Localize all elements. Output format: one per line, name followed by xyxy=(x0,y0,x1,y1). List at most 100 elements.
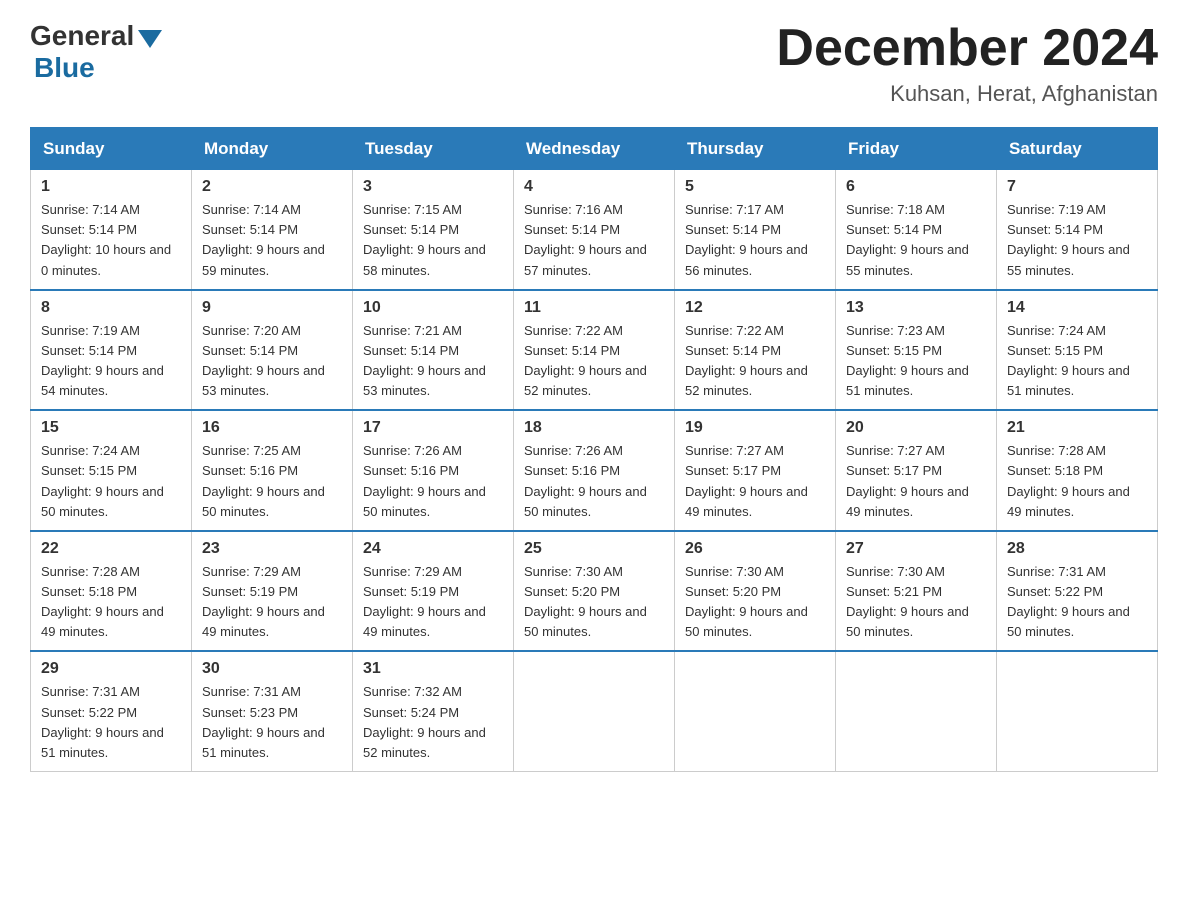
calendar-cell: 3 Sunrise: 7:15 AMSunset: 5:14 PMDaylight… xyxy=(353,170,514,290)
calendar-cell: 27Sunrise: 7:30 AMSunset: 5:21 PMDayligh… xyxy=(836,531,997,652)
calendar-cell: 6 Sunrise: 7:18 AMSunset: 5:14 PMDaylight… xyxy=(836,170,997,290)
header-saturday: Saturday xyxy=(997,128,1158,170)
calendar-cell: 13 Sunrise: 7:23 AMSunset: 5:15 PMDayligh… xyxy=(836,290,997,411)
calendar-cell: 2 Sunrise: 7:14 AMSunset: 5:14 PMDaylight… xyxy=(192,170,353,290)
day-number: 30 xyxy=(202,660,342,678)
calendar-cell: 21Sunrise: 7:28 AMSunset: 5:18 PMDayligh… xyxy=(997,410,1158,531)
day-info: Sunrise: 7:31 AMSunset: 5:22 PMDaylight:… xyxy=(1007,562,1147,643)
day-number: 21 xyxy=(1007,419,1147,437)
day-info: Sunrise: 7:24 AMSunset: 5:15 PMDaylight:… xyxy=(1007,321,1147,402)
calendar-cell: 26 Sunrise: 7:30 AMSunset: 5:20 PMDayligh… xyxy=(675,531,836,652)
day-number: 10 xyxy=(363,299,503,317)
calendar-cell: 22Sunrise: 7:28 AMSunset: 5:18 PMDayligh… xyxy=(31,531,192,652)
day-number: 11 xyxy=(524,299,664,317)
day-number: 28 xyxy=(1007,540,1147,558)
calendar-cell: 4Sunrise: 7:16 AMSunset: 5:14 PMDaylight… xyxy=(514,170,675,290)
calendar-cell: 10Sunrise: 7:21 AMSunset: 5:14 PMDayligh… xyxy=(353,290,514,411)
day-number: 23 xyxy=(202,540,342,558)
day-number: 15 xyxy=(41,419,181,437)
page-header: General Blue December 2024 Kuhsan, Herat… xyxy=(30,20,1158,107)
calendar-cell xyxy=(997,651,1158,771)
day-info: Sunrise: 7:30 AMSunset: 5:20 PMDaylight:… xyxy=(524,562,664,643)
day-info: Sunrise: 7:22 AMSunset: 5:14 PMDaylight:… xyxy=(524,321,664,402)
calendar-week-5: 29 Sunrise: 7:31 AMSunset: 5:22 PMDayligh… xyxy=(31,651,1158,771)
day-info: Sunrise: 7:19 AMSunset: 5:14 PMDaylight:… xyxy=(41,321,181,402)
calendar-cell: 20 Sunrise: 7:27 AMSunset: 5:17 PMDayligh… xyxy=(836,410,997,531)
header-thursday: Thursday xyxy=(675,128,836,170)
calendar-cell: 5Sunrise: 7:17 AMSunset: 5:14 PMDaylight… xyxy=(675,170,836,290)
calendar-cell: 9 Sunrise: 7:20 AMSunset: 5:14 PMDaylight… xyxy=(192,290,353,411)
day-number: 6 xyxy=(846,178,986,196)
calendar-cell: 1 Sunrise: 7:14 AMSunset: 5:14 PMDaylight… xyxy=(31,170,192,290)
logo-general: General xyxy=(30,20,134,52)
header-sunday: Sunday xyxy=(31,128,192,170)
calendar-cell xyxy=(836,651,997,771)
day-info: Sunrise: 7:32 AMSunset: 5:24 PMDaylight:… xyxy=(363,682,503,763)
calendar-cell: 31 Sunrise: 7:32 AMSunset: 5:24 PMDayligh… xyxy=(353,651,514,771)
day-number: 9 xyxy=(202,299,342,317)
logo: General Blue xyxy=(30,20,166,84)
calendar-cell: 7Sunrise: 7:19 AMSunset: 5:14 PMDaylight… xyxy=(997,170,1158,290)
calendar-table: SundayMondayTuesdayWednesdayThursdayFrid… xyxy=(30,127,1158,772)
day-number: 31 xyxy=(363,660,503,678)
day-info: Sunrise: 7:17 AMSunset: 5:14 PMDaylight:… xyxy=(685,200,825,281)
day-number: 3 xyxy=(363,178,503,196)
header-tuesday: Tuesday xyxy=(353,128,514,170)
calendar-cell: 24 Sunrise: 7:29 AMSunset: 5:19 PMDayligh… xyxy=(353,531,514,652)
calendar-cell xyxy=(514,651,675,771)
header-wednesday: Wednesday xyxy=(514,128,675,170)
calendar-cell: 28 Sunrise: 7:31 AMSunset: 5:22 PMDayligh… xyxy=(997,531,1158,652)
day-info: Sunrise: 7:31 AMSunset: 5:22 PMDaylight:… xyxy=(41,682,181,763)
day-number: 20 xyxy=(846,419,986,437)
calendar-week-2: 8Sunrise: 7:19 AMSunset: 5:14 PMDaylight… xyxy=(31,290,1158,411)
day-number: 16 xyxy=(202,419,342,437)
day-number: 4 xyxy=(524,178,664,196)
day-info: Sunrise: 7:26 AMSunset: 5:16 PMDaylight:… xyxy=(363,441,503,522)
day-info: Sunrise: 7:30 AMSunset: 5:20 PMDaylight:… xyxy=(685,562,825,643)
day-number: 1 xyxy=(41,178,181,196)
day-info: Sunrise: 7:27 AMSunset: 5:17 PMDaylight:… xyxy=(846,441,986,522)
day-info: Sunrise: 7:20 AMSunset: 5:14 PMDaylight:… xyxy=(202,321,342,402)
day-info: Sunrise: 7:31 AMSunset: 5:23 PMDaylight:… xyxy=(202,682,342,763)
calendar-cell: 23 Sunrise: 7:29 AMSunset: 5:19 PMDayligh… xyxy=(192,531,353,652)
calendar-cell: 19Sunrise: 7:27 AMSunset: 5:17 PMDayligh… xyxy=(675,410,836,531)
day-number: 18 xyxy=(524,419,664,437)
day-number: 13 xyxy=(846,299,986,317)
month-title: December 2024 xyxy=(776,20,1158,77)
calendar-cell xyxy=(675,651,836,771)
day-number: 24 xyxy=(363,540,503,558)
day-number: 17 xyxy=(363,419,503,437)
location-subtitle: Kuhsan, Herat, Afghanistan xyxy=(776,81,1158,107)
calendar-cell: 17 Sunrise: 7:26 AMSunset: 5:16 PMDayligh… xyxy=(353,410,514,531)
logo-blue: Blue xyxy=(34,52,95,84)
day-info: Sunrise: 7:22 AMSunset: 5:14 PMDaylight:… xyxy=(685,321,825,402)
day-number: 14 xyxy=(1007,299,1147,317)
header-monday: Monday xyxy=(192,128,353,170)
day-number: 22 xyxy=(41,540,181,558)
day-number: 12 xyxy=(685,299,825,317)
day-info: Sunrise: 7:29 AMSunset: 5:19 PMDaylight:… xyxy=(363,562,503,643)
day-number: 29 xyxy=(41,660,181,678)
calendar-cell: 25Sunrise: 7:30 AMSunset: 5:20 PMDayligh… xyxy=(514,531,675,652)
calendar-cell: 18Sunrise: 7:26 AMSunset: 5:16 PMDayligh… xyxy=(514,410,675,531)
day-info: Sunrise: 7:30 AMSunset: 5:21 PMDaylight:… xyxy=(846,562,986,643)
calendar-cell: 11 Sunrise: 7:22 AMSunset: 5:14 PMDayligh… xyxy=(514,290,675,411)
calendar-cell: 14 Sunrise: 7:24 AMSunset: 5:15 PMDayligh… xyxy=(997,290,1158,411)
day-info: Sunrise: 7:15 AMSunset: 5:14 PMDaylight:… xyxy=(363,200,503,281)
day-info: Sunrise: 7:23 AMSunset: 5:15 PMDaylight:… xyxy=(846,321,986,402)
day-info: Sunrise: 7:18 AMSunset: 5:14 PMDaylight:… xyxy=(846,200,986,281)
calendar-week-4: 22Sunrise: 7:28 AMSunset: 5:18 PMDayligh… xyxy=(31,531,1158,652)
calendar-cell: 12 Sunrise: 7:22 AMSunset: 5:14 PMDayligh… xyxy=(675,290,836,411)
calendar-week-1: 1 Sunrise: 7:14 AMSunset: 5:14 PMDaylight… xyxy=(31,170,1158,290)
calendar-header-row: SundayMondayTuesdayWednesdayThursdayFrid… xyxy=(31,128,1158,170)
day-info: Sunrise: 7:14 AMSunset: 5:14 PMDaylight:… xyxy=(41,200,181,281)
day-info: Sunrise: 7:29 AMSunset: 5:19 PMDaylight:… xyxy=(202,562,342,643)
calendar-cell: 15 Sunrise: 7:24 AMSunset: 5:15 PMDayligh… xyxy=(31,410,192,531)
day-info: Sunrise: 7:27 AMSunset: 5:17 PMDaylight:… xyxy=(685,441,825,522)
day-number: 26 xyxy=(685,540,825,558)
day-info: Sunrise: 7:24 AMSunset: 5:15 PMDaylight:… xyxy=(41,441,181,522)
day-info: Sunrise: 7:14 AMSunset: 5:14 PMDaylight:… xyxy=(202,200,342,281)
day-number: 2 xyxy=(202,178,342,196)
calendar-cell: 29 Sunrise: 7:31 AMSunset: 5:22 PMDayligh… xyxy=(31,651,192,771)
calendar-cell: 30 Sunrise: 7:31 AMSunset: 5:23 PMDayligh… xyxy=(192,651,353,771)
